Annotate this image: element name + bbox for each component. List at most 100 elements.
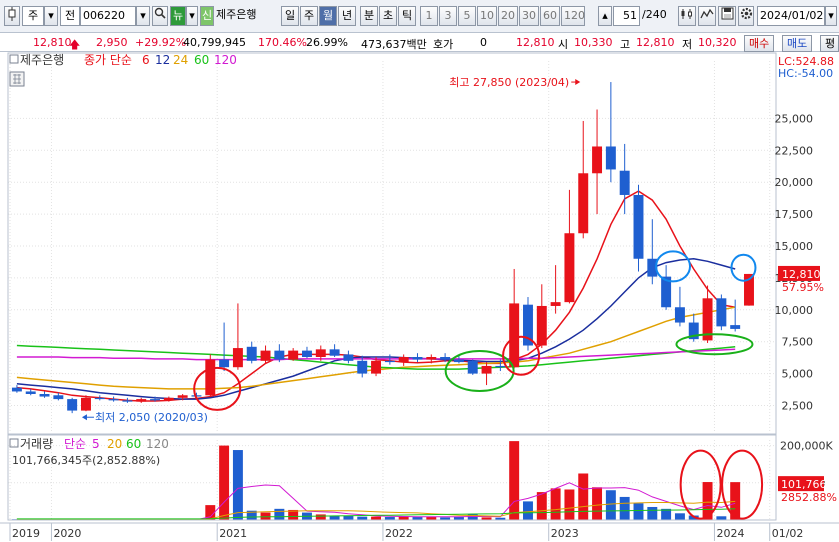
search-icon-glyph [154, 7, 166, 19]
volume-bar-26 [371, 516, 382, 520]
candle-body-11 [163, 397, 174, 401]
high-label: 고 [620, 38, 631, 51]
candle-body-30 [426, 357, 437, 360]
volume-bar-25 [357, 516, 368, 520]
credit-label: 신 [201, 9, 213, 22]
x-tick-label-1: 2020 [53, 527, 81, 540]
period-week-button[interactable]: 주 [300, 6, 318, 26]
buy-button[interactable]: 매수 [744, 35, 775, 52]
price-tick-label-3: 10,000 [775, 304, 814, 317]
calendar-dropdown-icon[interactable]: ▾ [825, 6, 837, 26]
open-label: 시 [558, 38, 569, 51]
volume-legend-ma-60: 60 [126, 437, 141, 451]
save-icon[interactable] [718, 6, 736, 26]
pattern-icon[interactable] [698, 6, 716, 26]
high-annotation: 최고 27,850 (2023/04) [449, 76, 569, 89]
hoga-label: 호가 [433, 38, 454, 51]
candle-body-31 [440, 357, 451, 360]
period-tick-label: 틱 [401, 9, 413, 22]
interval-120-button[interactable]: 120 [561, 6, 585, 26]
candle-body-41 [578, 173, 589, 234]
gear-icon[interactable] [738, 6, 754, 26]
page-count-value: 51 [623, 9, 637, 22]
candle-body-35 [495, 365, 506, 368]
code-input[interactable]: 006220 [80, 6, 136, 26]
sell-button[interactable]: 매도 [782, 35, 813, 52]
period-day-button[interactable]: 일 [281, 6, 299, 26]
interval-5-label: 5 [463, 9, 471, 22]
interval-10-label: 10 [480, 9, 494, 22]
chart-area[interactable]: 2,5005,0007,50010,00012,50015,00017,5002… [0, 52, 839, 542]
candle-body-26 [371, 360, 382, 374]
period-second-button[interactable]: 초 [379, 6, 397, 26]
candle-body-9 [136, 399, 147, 402]
x-tick-label-0: 2019 [12, 527, 40, 540]
period-day-label: 일 [284, 9, 296, 22]
interval-5-button[interactable]: 5 [458, 6, 476, 26]
news-label: 뉴 [172, 9, 184, 22]
period-month-label: 월 [322, 9, 334, 22]
news-dropdown-icon[interactable]: ▾ [186, 6, 198, 26]
volume-bar-41 [578, 473, 589, 520]
volume-bar-15 [219, 445, 230, 520]
interval-60-button[interactable]: 60 [540, 6, 560, 26]
volume-legend-text: 101,766,345주(2,852.88%) [12, 454, 160, 467]
candle-body-52 [730, 325, 741, 329]
candle-body-14 [205, 359, 216, 396]
interval-30-button[interactable]: 30 [519, 6, 539, 26]
open-price: 10,330 [574, 36, 613, 49]
candle-body-43 [605, 146, 616, 170]
price-change: 2,950 [96, 36, 128, 49]
interval-1-button[interactable]: 1 [420, 6, 438, 26]
balance-button[interactable]: 평 [820, 35, 839, 52]
volume-legend-ma-20: 20 [107, 437, 122, 451]
interval-3-button[interactable]: 3 [439, 6, 457, 26]
candle-body-3 [53, 395, 64, 400]
period-tick-button[interactable]: 틱 [398, 6, 416, 26]
candle-body-1 [25, 391, 36, 394]
hc-label: HC:-54.00 [778, 67, 833, 80]
candle-body-8 [122, 400, 133, 402]
candle-body-51 [716, 298, 727, 327]
price-legend-ma-24: 24 [173, 53, 188, 67]
credit-icon[interactable]: 신 [200, 6, 214, 26]
candle-body-19 [274, 350, 285, 360]
candle-body-10 [150, 399, 161, 401]
candle-body-7 [108, 399, 119, 401]
period-year-button[interactable]: 년 [338, 6, 356, 26]
news-icon[interactable]: 뉴 [170, 6, 186, 26]
price-tick-label-6: 17,500 [775, 208, 814, 221]
candle-body-36 [509, 303, 520, 368]
period-month-button[interactable]: 월 [319, 6, 337, 26]
volume-bar-46 [647, 506, 658, 520]
price-box-pct: 57.95% [782, 281, 824, 294]
spinner-up-icon[interactable]: ▴ [598, 6, 612, 26]
period-minute-button[interactable]: 분 [360, 6, 378, 26]
price-tick-label-8: 22,500 [775, 144, 814, 157]
quote-type-select[interactable]: 전 [60, 6, 80, 26]
candle-body-20 [288, 350, 299, 360]
volume-bar-42 [592, 487, 603, 520]
candle-body-0 [11, 387, 22, 392]
volume-bar-36 [509, 441, 520, 520]
balance-label: 평 [825, 37, 836, 50]
x-tick-label-6: 01/02 [772, 527, 804, 540]
page-count-input[interactable]: 51 [613, 6, 640, 26]
market-select[interactable]: 주 [22, 6, 44, 26]
interval-10-button[interactable]: 10 [477, 6, 497, 26]
interval-20-button[interactable]: 20 [498, 6, 518, 26]
candle-icon[interactable] [4, 6, 20, 26]
volume-bar-40 [564, 489, 575, 520]
candle-body-28 [398, 357, 409, 363]
interval-3-label: 3 [444, 9, 452, 22]
buy-label: 매수 [749, 37, 770, 50]
date-input[interactable]: 2024/01/02 [757, 6, 825, 26]
period-year-label: 년 [341, 9, 353, 22]
page-total: /240 [640, 6, 672, 26]
high-price: 12,810 [636, 36, 675, 49]
code-dropdown-icon[interactable]: ▾ [136, 6, 150, 26]
search-icon[interactable] [152, 6, 168, 26]
crosshair-icon[interactable] [678, 6, 696, 26]
dropdown-icon[interactable]: ▾ [44, 6, 58, 26]
price-legend-ma-120: 120 [214, 53, 237, 67]
